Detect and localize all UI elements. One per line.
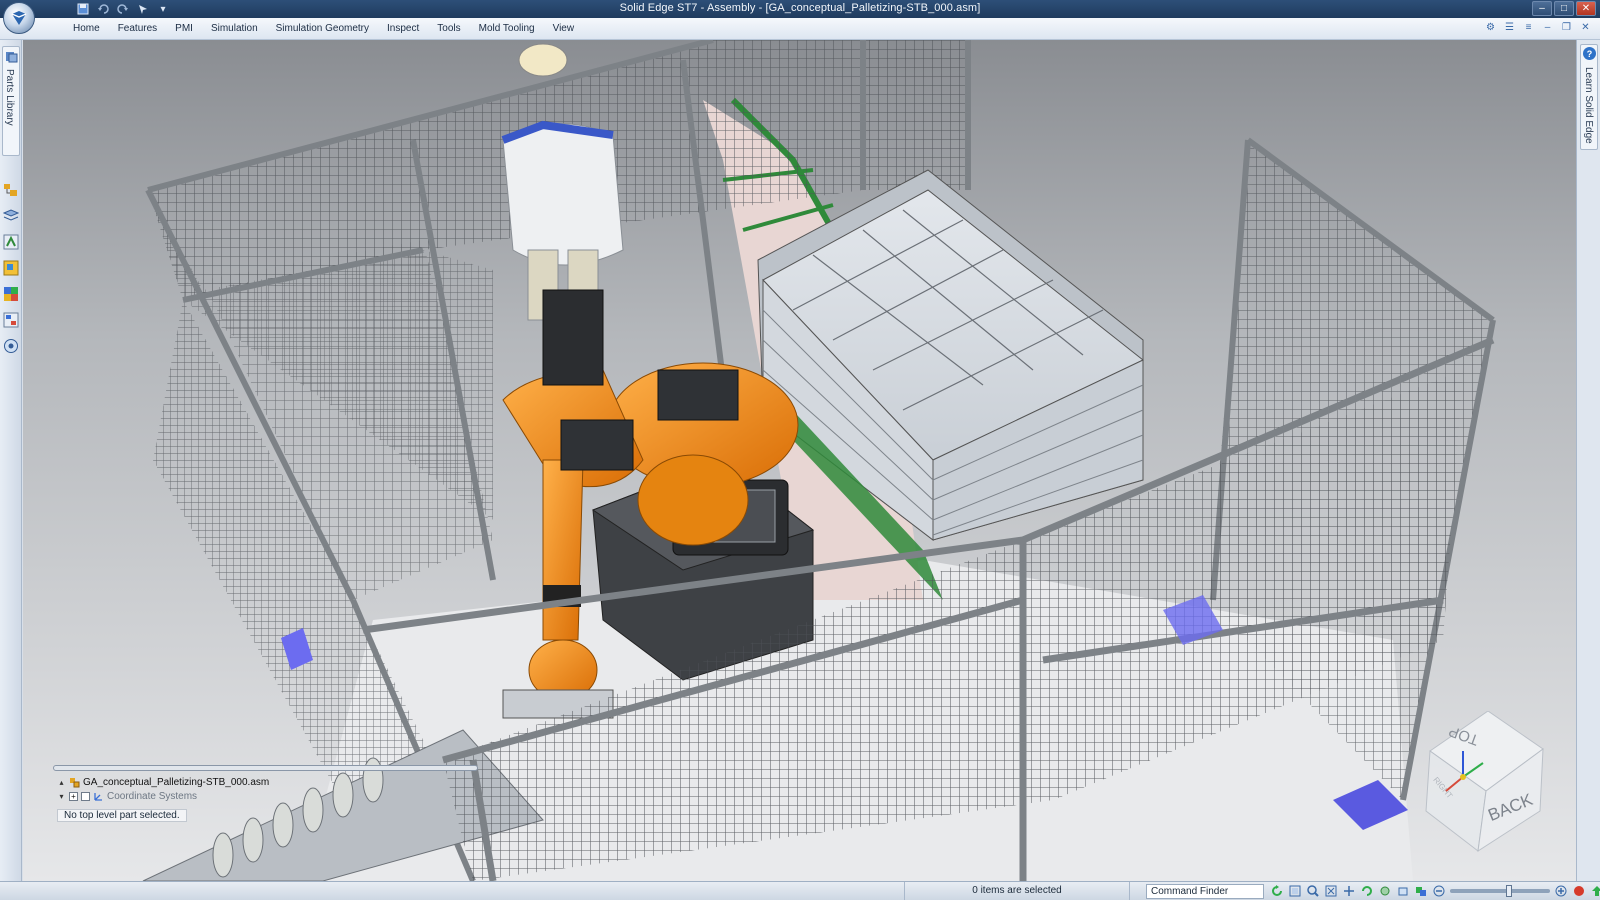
help-icon: ?: [1583, 47, 1596, 60]
ribbon-tabs: Home Features PMI Simulation Simulation …: [0, 18, 1600, 40]
status-bar: 0 items are selected Command Finder: [0, 881, 1600, 900]
pathfinder-splitter[interactable]: [53, 765, 478, 771]
motor-icon[interactable]: [3, 338, 19, 354]
3d-viewport[interactable]: ▴ GA_conceptual_Palletizing-STB_000.asm …: [23, 40, 1576, 881]
maximize-button[interactable]: □: [1554, 1, 1574, 16]
zoom-out-icon[interactable]: [1432, 884, 1446, 898]
assembly-icon: [70, 778, 80, 788]
tab-mold-tooling[interactable]: Mold Tooling: [470, 22, 544, 36]
parts-library-label: Parts Library: [4, 69, 15, 126]
tab-tools[interactable]: Tools: [428, 22, 469, 36]
expand-box-icon[interactable]: +: [69, 792, 78, 801]
collapse-icon[interactable]: ▴: [57, 778, 66, 787]
zoom-in-icon[interactable]: [1554, 884, 1568, 898]
window-list-icon[interactable]: ☰: [1503, 21, 1516, 34]
title-bar: ▾ Solid Edge ST7 - Assembly - [GA_concep…: [0, 0, 1600, 18]
left-docking-bar: Parts Library: [0, 40, 22, 881]
select-tools-icon[interactable]: [3, 312, 19, 328]
pan-icon[interactable]: [1342, 884, 1356, 898]
pathfinder-panel: ▴ GA_conceptual_Palletizing-STB_000.asm …: [53, 765, 478, 827]
view-cube[interactable]: TOP BACK RIGHT: [1408, 711, 1548, 861]
command-finder-input[interactable]: Command Finder: [1146, 884, 1264, 899]
sensors-icon[interactable]: [3, 260, 19, 276]
close-button[interactable]: ✕: [1576, 1, 1596, 16]
fit-icon[interactable]: [1324, 884, 1338, 898]
display-style-icon[interactable]: [1414, 884, 1428, 898]
zoom-slider-thumb[interactable]: [1506, 885, 1512, 897]
doc-restore-button[interactable]: ❐: [1560, 21, 1573, 34]
zoom-area-icon[interactable]: [1288, 884, 1302, 898]
minimize-button[interactable]: –: [1532, 1, 1552, 16]
tab-pmi[interactable]: PMI: [166, 22, 202, 36]
options-icon[interactable]: ⚙: [1484, 21, 1497, 34]
doc-minimize-button[interactable]: –: [1541, 21, 1554, 34]
learn-solid-edge-label: Learn Solid Edge: [1583, 67, 1594, 144]
tab-simulation-geometry[interactable]: Simulation Geometry: [267, 22, 378, 36]
pathfinder-icon[interactable]: [3, 182, 19, 198]
coordinate-system-icon: [94, 793, 102, 801]
zoom-slider[interactable]: [1450, 885, 1550, 897]
assembly-name: GA_conceptual_Palletizing-STB_000.asm: [83, 777, 270, 788]
tab-inspect[interactable]: Inspect: [378, 22, 428, 36]
zoom-icon[interactable]: [1306, 884, 1320, 898]
assembly-scene: [142, 40, 1496, 881]
tab-features[interactable]: Features: [109, 22, 166, 36]
visibility-checkbox[interactable]: [81, 792, 90, 801]
parts-library-icon: [6, 52, 18, 63]
refresh-icon[interactable]: [1270, 884, 1284, 898]
view-orientation-icon[interactable]: [1396, 884, 1410, 898]
back-right-fence: [863, 40, 968, 190]
layers-icon[interactable]: [3, 208, 19, 224]
tree-item-coordinate-systems[interactable]: ▾ + Coordinate Systems: [57, 790, 197, 803]
relationships-icon[interactable]: [3, 234, 19, 250]
tab-simulation[interactable]: Simulation: [202, 22, 267, 36]
doc-close-button[interactable]: ✕: [1579, 21, 1592, 34]
upload-icon[interactable]: [1590, 884, 1600, 898]
tab-view[interactable]: View: [544, 22, 584, 36]
spin-about-icon[interactable]: [1378, 884, 1392, 898]
window-title: Solid Edge ST7 - Assembly - [GA_conceptu…: [619, 2, 981, 14]
selection-status: 0 items are selected: [904, 882, 1130, 900]
tab-home[interactable]: Home: [64, 22, 109, 36]
parts-library-tab[interactable]: Parts Library: [2, 46, 20, 156]
color-manager-icon[interactable]: [3, 286, 19, 302]
tree-item-assembly[interactable]: ▴ GA_conceptual_Palletizing-STB_000.asm: [57, 776, 269, 789]
app-menu-icon[interactable]: [3, 2, 35, 34]
rotate-icon[interactable]: [1360, 884, 1374, 898]
expand-arrow-icon[interactable]: ▾: [57, 792, 66, 801]
record-icon[interactable]: [1572, 884, 1586, 898]
coordinate-systems-label: Coordinate Systems: [107, 791, 198, 802]
pathfinder-status: No top level part selected.: [57, 809, 187, 822]
right-docking-bar: ? Learn Solid Edge: [1576, 40, 1600, 881]
learn-solid-edge-tab[interactable]: ? Learn Solid Edge: [1580, 44, 1598, 150]
arrange-icon[interactable]: ≡: [1522, 21, 1535, 34]
